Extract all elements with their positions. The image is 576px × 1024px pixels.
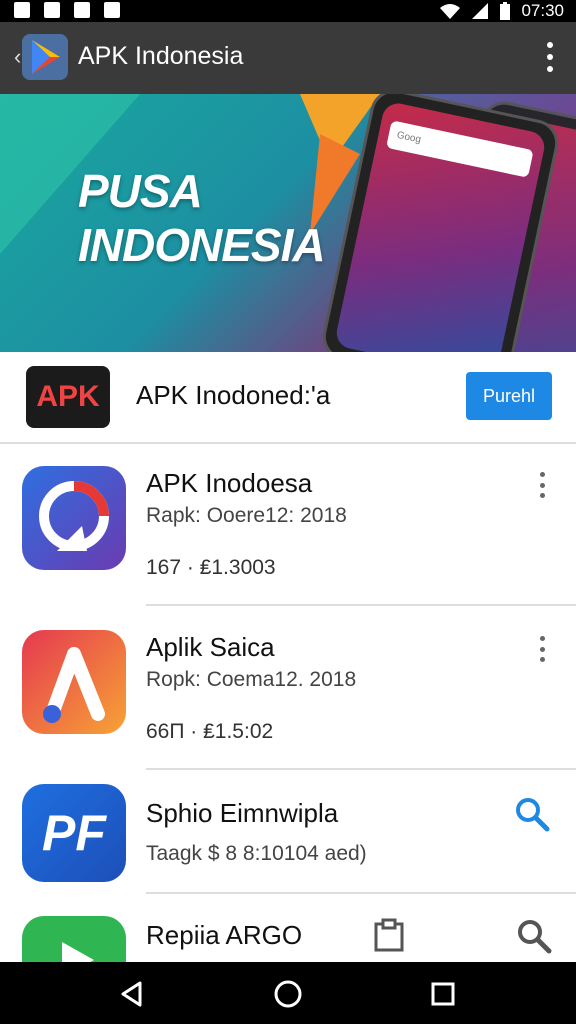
more-icon[interactable] [546,42,554,72]
app-name: Repiia ARGO [146,920,303,950]
image-icon [14,2,30,18]
featured-app-name: APK Inodoned:'a [136,380,331,410]
app-subtitle: Ropk: Coema12. 2018 [146,668,357,691]
signal-icon [472,3,489,19]
app-icon [22,630,126,734]
notification-icon [104,2,120,18]
app-icon [22,466,126,570]
clipboard-icon[interactable] [372,918,406,952]
battery-icon [500,2,511,20]
apk-logo: APK [26,366,110,428]
list-item[interactable]: APK Inodoesa Rapk: Ooere12: 2018 167 · ₤… [0,442,576,606]
search-icon[interactable] [516,918,552,954]
app-name: Sphio Eimnwipla [146,798,339,828]
app-name: APK Inodoesa [146,468,313,498]
promo-banner[interactable]: PUSA INDONESIA Goog [0,94,576,352]
file-icon [74,2,90,18]
status-bar: 07:30 [0,0,576,22]
app-icon [22,916,126,962]
list-item[interactable]: PF Sphio Eimnwipla Taagk $ 8 8:10104 aed… [0,770,576,894]
play-store-logo [22,34,68,80]
app-bar-title: APK Indonesia [78,42,244,70]
notification-icons [14,2,120,18]
system-nav-bar [0,962,576,1024]
banner-line-1: PUSA [78,165,203,217]
app-subtitle: Taagk $ 8 8:10104 aed) [146,842,367,865]
nav-home-icon[interactable] [273,979,303,1009]
wifi-icon [440,4,461,19]
search-icon[interactable] [514,796,550,832]
install-button[interactable]: Purehl [466,372,552,420]
nav-back-icon[interactable] [118,980,146,1008]
back-icon[interactable]: ‹ [14,44,21,70]
phone-search-bar: Goog [386,120,534,178]
app-icon: PF [22,784,126,882]
featured-app-row[interactable]: APK APK Inodoned:'a Purehl [0,352,576,444]
more-icon[interactable] [538,636,546,662]
app-subtitle: Rapk: Ooere12: 2018 [146,504,347,527]
app-name: Aplik Saica [146,632,275,662]
app-bar: ‹ APK Indonesia [0,22,576,94]
app-meta: 66П · ₤1.5:02 [146,720,274,743]
list-item[interactable]: Repiia ARGO [0,894,576,962]
banner-headline: PUSA INDONESIA [78,164,326,272]
app-meta: 167 · ₤1.3003 [146,556,276,579]
banner-line-2: INDONESIA [78,219,326,271]
notification-icon [44,2,60,18]
more-icon[interactable] [538,472,546,498]
status-time: 07:30 [521,1,564,20]
nav-recents-icon[interactable] [430,981,456,1007]
list-item[interactable]: Aplik Saica Ropk: Coema12. 2018 66П · ₤1… [0,606,576,770]
